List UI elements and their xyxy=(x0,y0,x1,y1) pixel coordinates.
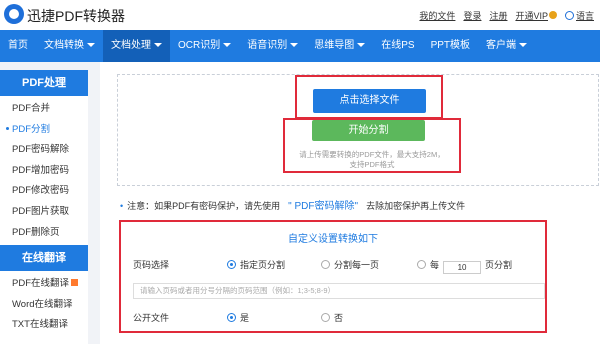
radio-public-yes[interactable]: 是 xyxy=(227,311,249,324)
radio-label: 指定页分割 xyxy=(240,260,286,270)
radio-selected-icon xyxy=(227,313,236,322)
main-nav: 首页 文档转换 文档处理 OCR识别 语音识别 思维导图 在线PS PPT模板 … xyxy=(0,30,600,62)
nav-speech[interactable]: 语音识别 xyxy=(239,30,306,62)
highlight-box xyxy=(283,118,461,173)
nav-home[interactable]: 首页 xyxy=(0,30,36,62)
sidebar-item-pdf-delete-pages[interactable]: PDF删除页 xyxy=(0,223,88,244)
pdf-unlock-link[interactable]: " PDF密码解除" xyxy=(288,201,358,212)
nav-label: 首页 xyxy=(8,40,28,51)
caret-down-icon xyxy=(223,43,232,47)
settings-title: 自定义设置转换如下 xyxy=(288,234,378,245)
notice-suffix: 去除加密保护再上传文件 xyxy=(366,201,466,211)
radio-label: 是 xyxy=(240,313,250,323)
nav-label: 文档处理 xyxy=(111,40,151,51)
login-link[interactable]: 登录 xyxy=(463,9,481,22)
nav-label: 思维导图 xyxy=(314,40,355,51)
radio-icon xyxy=(321,313,330,322)
caret-down-icon xyxy=(519,43,528,47)
language-label: 语言 xyxy=(575,11,594,21)
radio-specified-pages[interactable]: 指定页分割 xyxy=(227,258,285,271)
nav-doc-convert[interactable]: 文档转换 xyxy=(36,30,103,62)
sidebar-section-title: PDF处理 xyxy=(0,70,88,96)
nav-label: 在线PS xyxy=(381,40,415,51)
nav-label: PPT模板 xyxy=(430,40,471,51)
nav-client[interactable]: 客户端 xyxy=(478,30,535,62)
nav-ppt-template[interactable]: PPT模板 xyxy=(423,30,478,62)
radio-label: 页分割 xyxy=(485,260,513,270)
radio-label: 分割每一页 xyxy=(334,260,380,270)
nav-doc-process[interactable]: 文档处理 xyxy=(103,30,170,62)
sidebar: PDF处理 PDF合并 PDF分割 PDF密码解除 PDF增加密码 PDF修改密… xyxy=(0,70,88,344)
top-links: 我的文件 登录 注册 开通VIP 语言 xyxy=(419,9,594,22)
globe-icon xyxy=(564,11,574,20)
radio-icon xyxy=(417,260,426,269)
caret-down-icon xyxy=(87,43,95,47)
caret-down-icon xyxy=(290,43,299,47)
radio-icon xyxy=(321,260,330,269)
radio-public-no[interactable]: 否 xyxy=(321,311,343,324)
nav-online-ps[interactable]: 在线PS xyxy=(373,30,422,62)
vip-label: 开通VIP xyxy=(515,11,548,21)
bullet-icon: • xyxy=(120,201,124,211)
radio-split-each-page[interactable]: 分割每一页 xyxy=(321,258,379,271)
settings-panel: 自定义设置转换如下 页码选择 指定页分割 分割每一页 每 10 页分割 请输入页码或… xyxy=(119,220,547,333)
pages-per-split-input[interactable]: 10 xyxy=(443,261,482,274)
sidebar-item-pdf-translate[interactable]: PDF在线翻译 xyxy=(0,274,88,295)
nav-label: 文档转换 xyxy=(44,40,84,51)
sidebar-item-pdf-add-password[interactable]: PDF增加密码 xyxy=(0,161,88,182)
logo-icon[interactable] xyxy=(4,4,24,24)
vip-icon xyxy=(548,11,557,19)
radio-every-n-pages[interactable]: 每 10 页分割 xyxy=(417,258,512,274)
sidebar-item-label: PDF在线翻译 xyxy=(12,278,70,290)
caret-down-icon xyxy=(357,43,366,47)
radio-selected-icon xyxy=(227,260,236,269)
notice-prefix: 注意：如果PDF有密码保护，请先使用 xyxy=(127,201,281,211)
sidebar-item-pdf-change-password[interactable]: PDF修改密码 xyxy=(0,181,88,202)
vip-link[interactable]: 开通VIP xyxy=(515,9,557,22)
sidebar-section-title: 在线翻译 xyxy=(0,245,88,272)
sidebar-item-word-translate[interactable]: Word在线翻译 xyxy=(0,295,88,316)
nav-ocr[interactable]: OCR识别 xyxy=(170,30,239,62)
nav-label: 客户端 xyxy=(486,40,517,51)
caret-down-icon xyxy=(154,43,162,47)
top-bar: 迅捷PDF转换器 我的文件 登录 注册 开通VIP 语言 xyxy=(0,0,600,30)
brand-name[interactable]: 迅捷PDF转换器 xyxy=(27,6,125,26)
sidebar-item-pdf-split[interactable]: PDF分割 xyxy=(0,120,88,141)
page-select-label: 页码选择 xyxy=(133,260,170,270)
highlight-box xyxy=(295,75,443,119)
sidebar-item-pdf-merge[interactable]: PDF合并 xyxy=(0,99,88,120)
nav-label: OCR识别 xyxy=(178,40,221,51)
language-switcher[interactable]: 语言 xyxy=(564,9,594,22)
sidebar-item-txt-translate[interactable]: TXT在线翻译 xyxy=(0,315,88,336)
sidebar-item-pdf-unlock[interactable]: PDF密码解除 xyxy=(0,140,88,161)
page-range-input[interactable]: 请输入页码或者用分号分隔的页码范围（例如：1;3-5;8-9） xyxy=(133,283,545,299)
register-link[interactable]: 注册 xyxy=(489,9,507,22)
nav-mindmap[interactable]: 思维导图 xyxy=(306,30,373,62)
nav-label: 语音识别 xyxy=(247,40,288,51)
radio-label: 每 xyxy=(430,260,440,270)
radio-label: 否 xyxy=(334,313,344,323)
public-file-label: 公开文件 xyxy=(133,313,170,323)
my-files-link[interactable]: 我的文件 xyxy=(419,9,455,22)
notice: • 注意：如果PDF有密码保护，请先使用 " PDF密码解除" 去除加密保护再上传文件 xyxy=(120,197,465,212)
hot-badge-icon xyxy=(71,279,79,287)
sidebar-item-pdf-extract-images[interactable]: PDF图片获取 xyxy=(0,202,88,223)
